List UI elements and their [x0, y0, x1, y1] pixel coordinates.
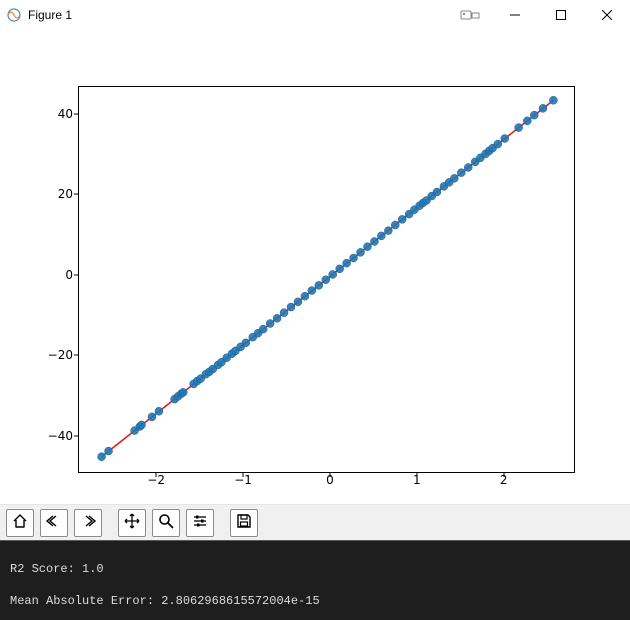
configure-button[interactable] [186, 509, 214, 537]
chart-svg [79, 87, 576, 474]
window-title: Figure 1 [28, 8, 72, 22]
app-icon [6, 7, 22, 23]
home-icon [11, 512, 29, 533]
matplotlib-toolbar [0, 504, 630, 540]
console-line: Mean Absolute Error: 2.8062968615572004e… [10, 593, 620, 609]
zoom-button[interactable] [152, 509, 180, 537]
back-button[interactable] [40, 509, 68, 537]
pan-icon [123, 512, 141, 533]
window-titlebar: Figure 1 [0, 0, 630, 30]
x-tick-label: 1 [413, 473, 421, 487]
back-arrow-icon [45, 512, 63, 533]
home-button[interactable] [6, 509, 34, 537]
y-tick-label: 0 [65, 268, 73, 282]
save-icon [235, 512, 253, 533]
close-button[interactable] [584, 0, 630, 30]
x-tick-label: −1 [234, 473, 252, 487]
save-button[interactable] [230, 509, 258, 537]
x-tick-label: −2 [147, 473, 165, 487]
axes-frame [78, 86, 575, 473]
titlebar-right [448, 0, 630, 30]
y-tick-label: −20 [48, 348, 73, 362]
x-tick-label: 2 [500, 473, 508, 487]
titlebar-extra-icon [448, 0, 492, 30]
console-line: R2 Score: 1.0 [10, 561, 620, 577]
maximize-button[interactable] [538, 0, 584, 30]
y-tick-label: −40 [48, 429, 73, 443]
console-output: R2 Score: 1.0 Mean Absolute Error: 2.806… [0, 540, 630, 620]
sliders-icon [191, 512, 209, 533]
forward-arrow-icon [79, 512, 97, 533]
titlebar-left: Figure 1 [6, 7, 72, 23]
x-tick-label: 0 [326, 473, 334, 487]
zoom-icon [157, 512, 175, 533]
y-tick-label: 20 [58, 187, 73, 201]
forward-button[interactable] [74, 509, 102, 537]
plot-canvas[interactable]: −2 −1 0 1 2 −40 −20 0 20 40 [0, 30, 630, 504]
pan-button[interactable] [118, 509, 146, 537]
y-tick-label: 40 [58, 107, 73, 121]
minimize-button[interactable] [492, 0, 538, 30]
